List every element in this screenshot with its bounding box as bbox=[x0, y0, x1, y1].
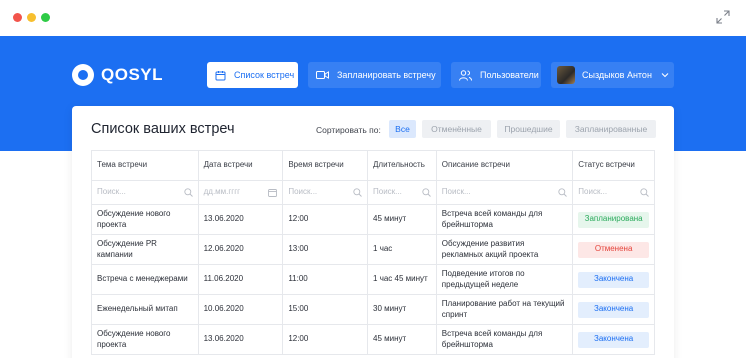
date-cell: 13.06.2020 bbox=[199, 205, 284, 234]
nav-plan-meeting-button[interactable]: Запланировать встречу bbox=[308, 62, 441, 88]
time-cell: 12:00 bbox=[283, 325, 369, 354]
search-icon bbox=[353, 188, 362, 197]
sort-planned-button[interactable]: Запланированные bbox=[566, 120, 656, 138]
duration-search-input[interactable]: Поиск... bbox=[368, 181, 437, 204]
table-header-row: Тема встречи Дата встречи Время встречи … bbox=[92, 151, 654, 181]
meetings-card: Список ваших встреч Сортировать по: Все … bbox=[72, 106, 674, 358]
topic-search-placeholder: Поиск... bbox=[97, 187, 126, 197]
search-icon bbox=[183, 188, 193, 197]
description-cell: Встреча всей команды для брейншторма bbox=[437, 205, 574, 234]
nav-plan-meeting-label: Запланировать встречу bbox=[337, 70, 436, 80]
sort-cancelled-button[interactable]: Отменённые bbox=[422, 120, 491, 138]
user-name: Сыздыков Антон bbox=[582, 70, 652, 80]
description-cell: Встреча всей команды для брейншторма bbox=[437, 325, 574, 354]
duration-cell: 1 час 45 минут bbox=[368, 265, 437, 294]
logo-icon bbox=[72, 64, 94, 86]
column-header-date[interactable]: Дата встречи bbox=[199, 151, 284, 180]
table-row[interactable]: Обсуждение PR кампании 12.06.2020 13:00 … bbox=[92, 235, 654, 265]
calendar-icon bbox=[268, 189, 278, 197]
status-badge: Запланирована bbox=[578, 211, 649, 228]
table-filter-row: Поиск... дд.мм.гггг Поиск... Поиск... По… bbox=[92, 181, 654, 205]
topic-cell: Обсуждение PR кампании bbox=[92, 235, 199, 264]
brand-logo[interactable]: QOSYL bbox=[72, 64, 163, 86]
status-badge: Отменена bbox=[578, 241, 649, 258]
sort-past-button[interactable]: Прошедшие bbox=[497, 120, 560, 138]
time-cell: 15:00 bbox=[283, 295, 369, 324]
time-cell: 12:00 bbox=[283, 205, 369, 234]
date-cell: 13.06.2020 bbox=[199, 325, 284, 354]
chevron-down-icon bbox=[661, 73, 669, 78]
column-header-topic[interactable]: Тема встречи bbox=[92, 151, 199, 180]
nav-meeting-list-label: Список встреч bbox=[234, 70, 295, 80]
sort-label: Сортировать по: bbox=[316, 125, 381, 135]
topic-search-input[interactable]: Поиск... bbox=[92, 181, 199, 204]
search-icon bbox=[640, 188, 649, 197]
page-title: Список ваших встреч bbox=[91, 121, 235, 137]
table-row[interactable]: Обсуждение нового проекта 13.06.2020 12:… bbox=[92, 205, 654, 235]
duration-cell: 30 минут bbox=[368, 295, 437, 324]
date-cell: 12.06.2020 bbox=[199, 235, 284, 264]
brand-name: QOSYL bbox=[101, 65, 164, 84]
maximize-window-button[interactable] bbox=[41, 13, 50, 22]
expand-icon[interactable] bbox=[716, 10, 730, 24]
user-menu-button[interactable]: Сыздыков Антон bbox=[551, 62, 674, 88]
status-badge: Закончена bbox=[578, 301, 649, 318]
topic-cell: Еженедельный митап bbox=[92, 295, 199, 324]
description-cell: Подведение итогов по предыдущей неделе bbox=[437, 265, 574, 294]
time-search-placeholder: Поиск... bbox=[288, 187, 318, 197]
meetings-table: Тема встречи Дата встречи Время встречи … bbox=[91, 150, 655, 355]
date-cell: 11.06.2020 bbox=[199, 265, 284, 294]
nav-users-label: Пользователи bbox=[480, 70, 539, 80]
status-cell: Запланирована bbox=[573, 205, 654, 234]
status-cell: Закончена bbox=[573, 295, 654, 324]
nav-meeting-list-button[interactable]: Список встреч bbox=[207, 62, 298, 88]
description-cell: Обсуждение развития рекламных акций прое… bbox=[437, 235, 574, 264]
description-cell: Планирование работ на текущий спринт bbox=[437, 295, 574, 324]
duration-cell: 1 час bbox=[368, 235, 437, 264]
status-cell: Закончена bbox=[573, 325, 654, 354]
status-search-placeholder: Поиск... bbox=[578, 187, 608, 197]
sort-all-button[interactable]: Все bbox=[389, 120, 416, 138]
column-header-status[interactable]: Статус встречи bbox=[573, 151, 654, 180]
search-icon bbox=[422, 188, 431, 197]
date-cell: 10.06.2020 bbox=[199, 295, 284, 324]
duration-cell: 45 минут bbox=[368, 325, 437, 354]
status-cell: Отменена bbox=[573, 235, 654, 264]
minimize-window-button[interactable] bbox=[27, 13, 36, 22]
description-search-input[interactable]: Поиск... bbox=[437, 181, 574, 204]
column-header-duration[interactable]: Длительность bbox=[368, 151, 437, 180]
column-header-description[interactable]: Описание встречи bbox=[437, 151, 574, 180]
video-camera-icon bbox=[316, 71, 329, 79]
duration-search-placeholder: Поиск... bbox=[373, 187, 402, 197]
topic-cell: Обсуждение нового проекта bbox=[92, 325, 199, 354]
calendar-icon bbox=[215, 70, 226, 80]
window-titlebar bbox=[0, 0, 746, 36]
nav-users-button[interactable]: Пользователи bbox=[451, 62, 541, 88]
description-search-placeholder: Поиск... bbox=[441, 187, 471, 197]
status-search-input[interactable]: Поиск... bbox=[573, 181, 654, 204]
table-row[interactable]: Еженедельный митап 10.06.2020 15:00 30 м… bbox=[92, 295, 654, 325]
close-window-button[interactable] bbox=[13, 13, 22, 22]
topic-cell: Встреча с менеджерами bbox=[92, 265, 199, 294]
avatar bbox=[557, 66, 575, 84]
search-icon bbox=[558, 188, 568, 197]
table-row[interactable]: Встреча с менеджерами 11.06.2020 11:00 1… bbox=[92, 265, 654, 295]
column-header-time[interactable]: Время встречи bbox=[283, 151, 369, 180]
table-row[interactable]: Обсуждение нового проекта 13.06.2020 12:… bbox=[92, 325, 654, 355]
status-cell: Закончена bbox=[573, 265, 654, 294]
time-cell: 13:00 bbox=[283, 235, 369, 264]
time-cell: 11:00 bbox=[283, 265, 369, 294]
date-filter-placeholder: дд.мм.гггг bbox=[203, 187, 241, 197]
topic-cell: Обсуждение нового проекта bbox=[92, 205, 199, 234]
time-search-input[interactable]: Поиск... bbox=[283, 181, 369, 204]
status-badge: Закончена bbox=[578, 331, 649, 348]
date-filter-input[interactable]: дд.мм.гггг bbox=[199, 181, 284, 204]
users-icon bbox=[459, 69, 472, 81]
status-badge: Закончена bbox=[578, 271, 649, 288]
duration-cell: 45 минут bbox=[368, 205, 437, 234]
